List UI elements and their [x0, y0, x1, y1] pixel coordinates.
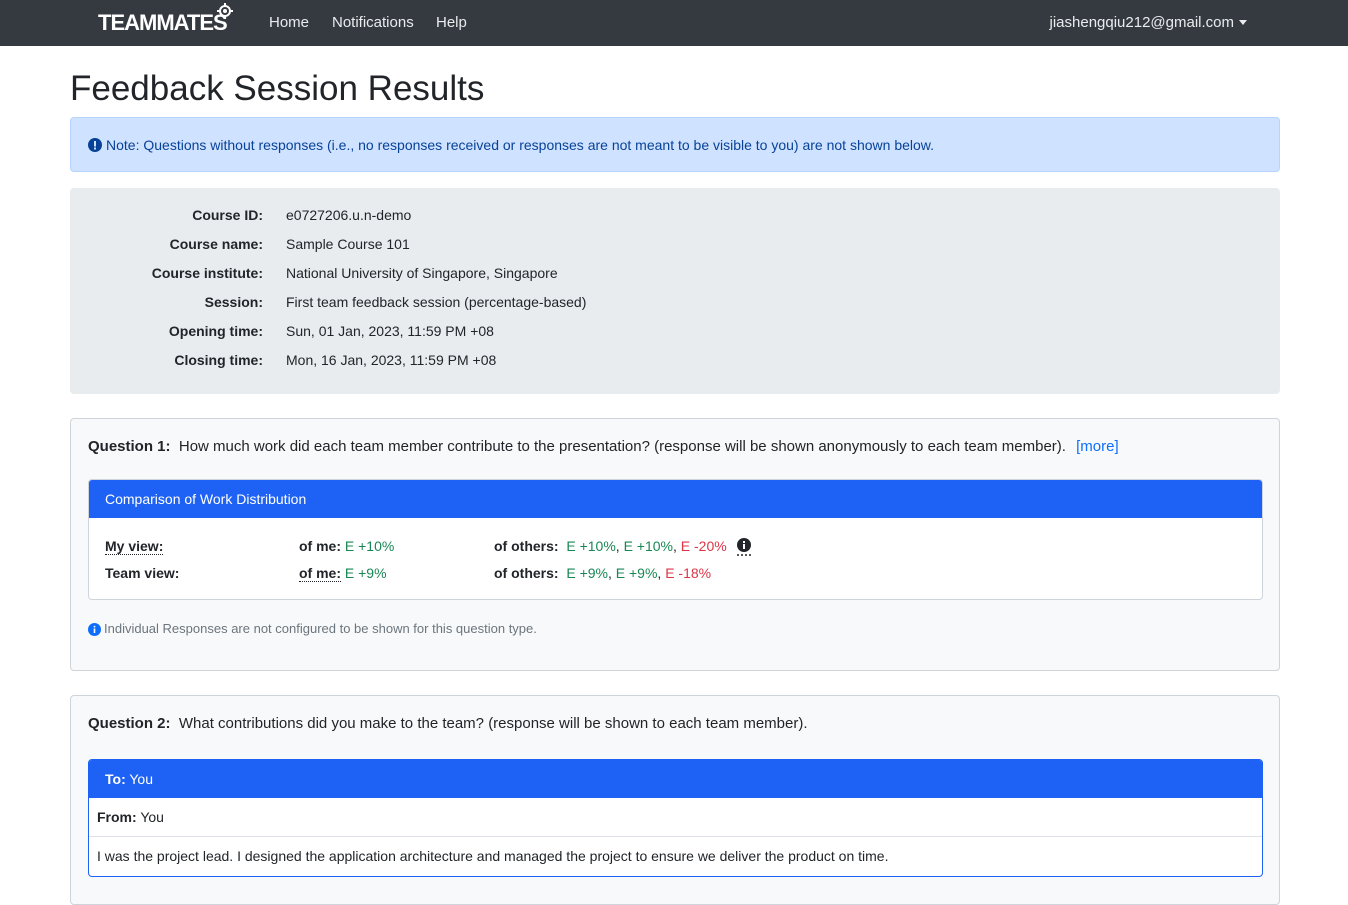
my-view-other-value: E +10%: [566, 538, 616, 554]
work-distribution-card: Comparison of Work Distribution My view:…: [88, 479, 1263, 600]
my-view-other-value: E +10%: [623, 538, 673, 554]
exclamation-circle-icon: [88, 137, 102, 152]
nav-help-link[interactable]: Help: [436, 14, 467, 31]
question-2-title: Question 2: What contributions did you m…: [88, 715, 808, 733]
team-view-of-me: of me: E +9%: [299, 564, 387, 582]
team-view-label-wrap: Team view:: [105, 564, 179, 582]
question-1-text: How much work did each team member contr…: [178, 438, 1066, 455]
separator: ,: [657, 565, 662, 581]
closing-time-value: Mon, 16 Jan, 2023, 11:59 PM +08: [286, 352, 497, 368]
question-2-label: Question 2:: [88, 715, 171, 732]
response-from-row: From: You: [89, 798, 1262, 837]
to-label: To:: [105, 771, 126, 787]
course-name-row: Course name: Sample Course 101: [70, 234, 1280, 254]
separator: ,: [607, 565, 612, 581]
question-2-text: What contributions did you make to the t…: [178, 715, 808, 732]
my-view-of-others: of others: E +10%, E +10%, E -20%: [494, 537, 727, 555]
course-id-label: Course ID:: [192, 207, 263, 223]
question-2-card: Question 2: What contributions did you m…: [70, 695, 1280, 905]
response-to-header: To: You: [89, 760, 1262, 798]
course-id-value: e0727206.u.n-demo: [286, 207, 412, 223]
from-label: From:: [97, 809, 137, 825]
separator: ,: [673, 538, 677, 554]
team-view-other-value: E -18%: [665, 565, 712, 581]
opening-time-value: Sun, 01 Jan, 2023, 11:59 PM +08: [286, 323, 494, 339]
course-id-row: Course ID: e0727206.u.n-demo: [70, 205, 1280, 225]
response-card: To: You From: You I was the project lead…: [88, 759, 1263, 877]
my-view-label[interactable]: My view:: [105, 538, 164, 555]
team-view-of-others: of others: E +9%, E +9%, E -18%: [494, 564, 711, 582]
session-row: Session: First team feedback session (pe…: [70, 292, 1280, 312]
to-value: You: [129, 771, 153, 787]
team-view-other-value: E +9%: [615, 565, 658, 581]
gear-icon: [216, 3, 233, 19]
my-view-of-others-label: of others:: [494, 538, 559, 554]
note-alert: Note: Questions without responses (i.e.,…: [70, 117, 1280, 172]
page-title: Feedback Session Results: [70, 69, 485, 108]
user-account-dropdown[interactable]: jiashengqiu212@gmail.com: [1049, 14, 1247, 31]
closing-time-label: Closing time:: [174, 352, 263, 368]
brand-text: TEAMMATES: [98, 10, 228, 35]
from-value: You: [140, 809, 164, 825]
opening-time-row: Opening time: Sun, 01 Jan, 2023, 11:59 P…: [70, 321, 1280, 341]
course-institute-value: National University of Singapore, Singap…: [286, 265, 558, 281]
user-email: jiashengqiu212@gmail.com: [1049, 14, 1235, 31]
hint-text: Individual Responses are not configured …: [104, 621, 537, 636]
nav-home-link[interactable]: Home: [269, 14, 309, 31]
team-view-of-me-label[interactable]: of me:: [299, 565, 341, 582]
question-1-title: Question 1: How much work did each team …: [88, 438, 1119, 456]
team-view-of-others-label: of others:: [494, 565, 559, 581]
session-info-panel: Course ID: e0727206.u.n-demo Course name…: [70, 188, 1280, 394]
closing-time-row: Closing time: Mon, 16 Jan, 2023, 11:59 P…: [70, 350, 1280, 370]
note-text: Note: Questions without responses (i.e.,…: [106, 136, 935, 153]
top-navbar: TEAMMATES Home Notifications Help jiashe…: [0, 0, 1348, 46]
caret-down-icon: [1239, 20, 1247, 25]
opening-time-label: Opening time:: [168, 323, 263, 339]
my-view-of-me-label: of me:: [299, 538, 341, 554]
my-view-label-wrap: My view:: [105, 537, 164, 555]
team-view-other-value: E +9%: [566, 565, 608, 581]
nav-notifications-link[interactable]: Notifications: [332, 14, 414, 31]
team-view-of-me-value: E +9%: [344, 565, 387, 581]
course-name-value: Sample Course 101: [286, 236, 410, 252]
session-value: First team feedback session (percentage-…: [286, 294, 587, 310]
work-distribution-header: Comparison of Work Distribution: [89, 480, 1262, 518]
my-view-of-me-value: E +10%: [344, 538, 395, 554]
team-view-label: Team view:: [105, 565, 180, 581]
my-view-other-value: E -20%: [680, 538, 727, 554]
question-1-card: Question 1: How much work did each team …: [70, 418, 1280, 671]
course-institute-row: Course institute: National University of…: [70, 263, 1280, 283]
question-1-label: Question 1:: [88, 438, 171, 455]
session-label: Session:: [204, 294, 263, 310]
individual-responses-hint: Individual Responses are not configured …: [88, 621, 537, 637]
question-1-more-link[interactable]: [more]: [1076, 438, 1119, 455]
info-circle-icon: [88, 622, 101, 636]
response-text: I was the project lead. I designed the a…: [97, 848, 889, 864]
course-name-label: Course name:: [169, 236, 263, 252]
my-view-of-me: of me: E +10%: [299, 537, 394, 555]
separator: ,: [615, 538, 620, 554]
course-institute-label: Course institute:: [151, 265, 263, 281]
brand-logo[interactable]: TEAMMATES: [98, 3, 233, 37]
info-icon[interactable]: [736, 538, 752, 556]
